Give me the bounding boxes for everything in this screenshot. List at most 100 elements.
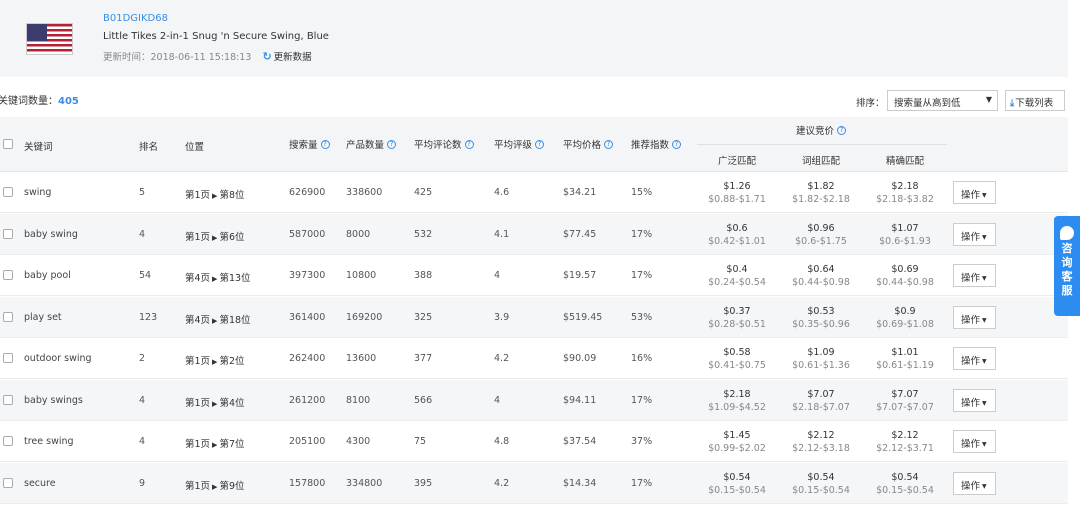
operation-label: 操作 — [961, 231, 981, 243]
exact-bid-cell: $2.12 $2.12-$3.71 — [865, 429, 945, 455]
row-checkbox[interactable] — [3, 353, 13, 363]
row-checkbox[interactable] — [3, 477, 13, 488]
avg-reviews-cell: 532 — [414, 228, 433, 240]
broad-bid-price: $2.18 — [723, 388, 751, 400]
product-count-cell: 169200 — [346, 311, 383, 323]
phrase-bid-price: $1.09 — [807, 347, 835, 358]
select-all-checkbox[interactable] — [3, 139, 13, 149]
phrase-bid-price: $1.82 — [807, 181, 835, 192]
operation-dropdown-button[interactable]: 操作 ▼ — [953, 305, 996, 329]
refresh-data-button[interactable]: ↻ 更新数据 — [262, 50, 312, 63]
rank-cell: 4 — [139, 394, 146, 406]
avg-price-cell: $34.21 — [563, 187, 597, 198]
help-icon[interactable]: ? — [604, 140, 614, 149]
exact-bid-price: $0.9 — [894, 305, 916, 317]
row-checkbox[interactable] — [3, 311, 13, 322]
keyword-cell: baby pool — [24, 270, 71, 281]
position-cell: 第1页 ▶ 第7位 — [185, 436, 244, 450]
broad-bid-price: $0.6 — [726, 222, 748, 234]
customer-service-tab[interactable]: 咨询客服 — [1054, 216, 1080, 316]
position-cell: 第1页 ▶ 第4位 — [185, 395, 244, 409]
us-flag-icon — [26, 23, 73, 55]
chat-bubble-icon — [1060, 226, 1074, 240]
row-checkbox[interactable] — [3, 270, 13, 280]
keyword-count: 关键词数量：405 — [0, 92, 79, 107]
operation-dropdown-button[interactable]: 操作 ▼ — [953, 181, 996, 204]
sort-select[interactable]: 搜索量从高到低 ▼ — [887, 90, 998, 111]
broad-bid-cell: $0.54 $0.15-$0.54 — [697, 471, 777, 497]
avg-price-cell: $90.09 — [563, 353, 597, 364]
recommend-index-cell: 15% — [631, 187, 653, 198]
help-icon[interactable]: ? — [535, 140, 545, 149]
phrase-bid-range: $1.82-$2.18 — [792, 194, 850, 205]
row-checkbox[interactable] — [3, 228, 13, 239]
avg-price-cell: $519.45 — [563, 311, 603, 323]
exact-bid-range: $0.61-$1.19 — [876, 360, 934, 371]
broad-bid-price: $1.26 — [723, 181, 751, 192]
position-page: 第1页 — [185, 190, 211, 201]
phrase-bid-cell: $1.82 $1.82-$2.18 — [781, 180, 861, 206]
operation-label: 操作 — [961, 314, 981, 326]
avg-rating-cell: 4.1 — [494, 228, 510, 240]
keyword-count-label: 关键词数量： — [0, 96, 58, 107]
help-icon[interactable]: ? — [387, 140, 397, 149]
operation-label: 操作 — [961, 397, 981, 409]
help-icon[interactable]: ? — [672, 140, 682, 149]
row-checkbox[interactable] — [3, 394, 13, 405]
search-volume-cell: 261200 — [289, 394, 326, 406]
download-list-button[interactable]: ⤓下载列表 — [1005, 90, 1065, 111]
caret-right-icon: ▶ — [212, 441, 218, 449]
row-checkbox[interactable] — [3, 187, 13, 197]
phrase-bid-range: $0.15-$0.54 — [792, 484, 850, 496]
operation-dropdown-button[interactable]: 操作 ▼ — [953, 471, 996, 495]
position-cell: 第4页 ▶ 第13位 — [185, 270, 251, 284]
exact-bid-range: $0.44-$0.98 — [876, 277, 934, 288]
table-row: baby pool 54 第4页 ▶ 第13位 397300 10800 388 4 $19.57… — [0, 255, 1068, 296]
bid-header-divider — [697, 144, 947, 145]
row-checkbox[interactable] — [3, 436, 13, 446]
operation-dropdown-button[interactable]: 操作 ▼ — [953, 430, 996, 453]
broad-bid-cell: $0.37 $0.28-$0.51 — [697, 305, 777, 331]
broad-bid-price: $0.37 — [723, 305, 751, 317]
product-asin-link[interactable]: B01DGIKD68 — [103, 13, 168, 24]
rank-cell: 2 — [139, 353, 146, 364]
caret-right-icon: ▶ — [212, 275, 218, 283]
table-row: outdoor swing 2 第1页 ▶ 第2位 262400 13600 377 4.2 $9… — [0, 338, 1068, 379]
operation-dropdown-button[interactable]: 操作 ▼ — [953, 388, 996, 412]
caret-down-icon: ▼ — [982, 358, 987, 365]
product-count-cell: 10800 — [346, 270, 377, 281]
avg-reviews-cell: 388 — [414, 270, 433, 281]
exact-bid-cell: $1.07 $0.6-$1.93 — [865, 222, 945, 248]
operation-dropdown-button[interactable]: 操作 ▼ — [953, 222, 996, 246]
avg-rating-cell: 4 — [494, 394, 501, 406]
table-header: 关键词 排名 位置 搜索量? 产品数量? 平均评论数? 平均评级? 平均价格? … — [0, 117, 1068, 172]
help-icon[interactable]: ? — [464, 140, 474, 149]
rank-cell: 54 — [139, 270, 152, 281]
exact-bid-price: $2.12 — [891, 430, 919, 441]
product-header: B01DGIKD68 Little Tikes 2-in-1 Snug 'n S… — [0, 0, 1068, 77]
header-recommend-index-label: 推荐指数 — [631, 140, 670, 151]
dropdown-arrow-icon: ▼ — [985, 95, 992, 104]
operation-dropdown-button[interactable]: 操作 ▼ — [953, 264, 996, 287]
broad-bid-range: $0.24-$0.54 — [708, 277, 766, 288]
rank-cell: 5 — [139, 187, 146, 198]
recommend-index-cell: 53% — [631, 311, 653, 323]
operation-dropdown-button[interactable]: 操作 ▼ — [953, 347, 996, 370]
exact-bid-range: $7.07-$7.07 — [876, 401, 934, 413]
help-icon[interactable]: ? — [837, 126, 847, 135]
header-avg-reviews-label: 平均评论数 — [414, 140, 462, 151]
broad-bid-cell: $1.26 $0.88-$1.71 — [697, 180, 777, 206]
download-icon: ⤓ — [1010, 98, 1015, 109]
refresh-label: 更新数据 — [273, 52, 312, 63]
help-icon[interactable]: ? — [320, 140, 330, 149]
exact-bid-price: $7.07 — [891, 388, 919, 400]
avg-rating-cell: 4.2 — [494, 353, 510, 364]
header-search-volume: 搜索量? — [289, 137, 330, 151]
keyword-cell: baby swings — [24, 394, 83, 406]
product-title: Little Tikes 2-in-1 Snug 'n Secure Swing… — [103, 31, 329, 42]
exact-bid-price: $0.54 — [891, 471, 919, 483]
position-cell: 第1页 ▶ 第9位 — [185, 478, 244, 492]
operation-label: 操作 — [961, 356, 981, 367]
recommend-index-cell: 17% — [631, 228, 653, 240]
search-volume-cell: 205100 — [289, 436, 326, 447]
